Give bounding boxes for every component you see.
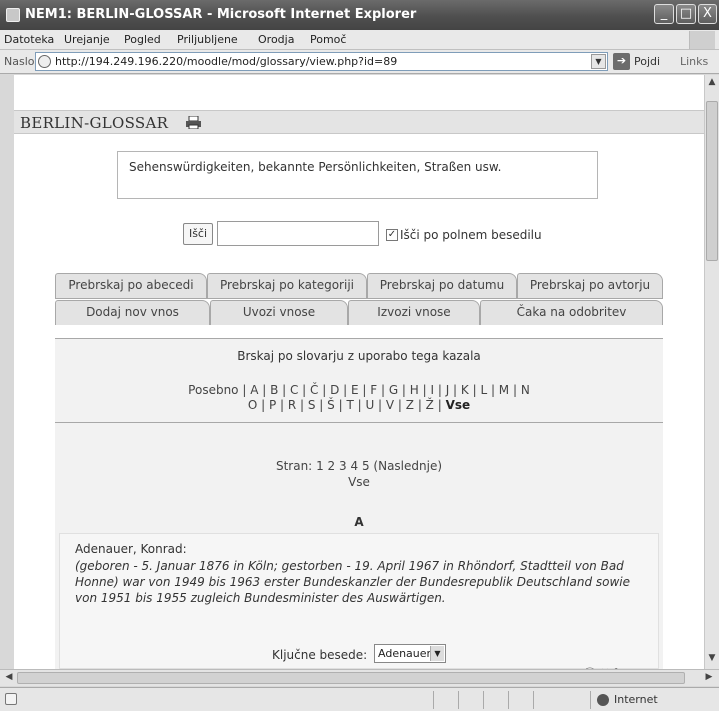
tab-browse-alphabet[interactable]: Prebrskaj po abecedi	[55, 273, 207, 298]
ie-app-icon	[6, 8, 20, 22]
status-divider	[458, 691, 459, 709]
pager-page-1[interactable]: 1	[316, 459, 324, 473]
panel-mid-divider	[55, 422, 663, 423]
vertical-scroll-thumb[interactable]	[706, 101, 718, 261]
menu-item-orodja[interactable]: Orodja	[258, 33, 294, 46]
links-button[interactable]: Links	[680, 55, 708, 68]
pager-page-4[interactable]: 4	[350, 459, 358, 473]
close-button[interactable]: X	[698, 4, 717, 24]
menu-item-urejanje[interactable]: Urejanje	[64, 33, 110, 46]
page-viewport: BERLIN-GLOSSAR Sehenswürdigkeiten, bekan…	[14, 75, 704, 669]
status-divider	[433, 691, 434, 709]
fulltext-checkbox[interactable]: ✓	[386, 229, 398, 241]
printer-icon[interactable]	[186, 116, 201, 129]
horizontal-scrollbar[interactable]: ◀ ▶	[0, 669, 719, 686]
menu-item-datoteka[interactable]: Datoteka	[4, 33, 54, 46]
tab-browse-date[interactable]: Prebrskaj po datumu	[367, 273, 517, 298]
page-icon	[38, 55, 51, 68]
glossary-intro: Sehenswürdigkeiten, bekannte Persönlichk…	[117, 151, 598, 199]
address-url[interactable]: http://194.249.196.220/moodle/mod/glossa…	[55, 55, 397, 68]
tab-add-entry[interactable]: Dodaj nov vnos	[55, 300, 210, 325]
horizontal-scroll-thumb[interactable]	[17, 672, 685, 684]
pager-page-3[interactable]: 3	[339, 459, 347, 473]
status-bar: Internet	[0, 687, 719, 711]
globe-icon	[597, 694, 609, 706]
vertical-scrollbar[interactable]: ▲ ▼	[704, 75, 719, 669]
scroll-down-icon[interactable]: ▼	[705, 653, 719, 663]
tab-browse-author[interactable]: Prebrskaj po avtorju	[517, 273, 663, 298]
tab-browse-category[interactable]: Prebrskaj po kategoriji	[207, 273, 367, 298]
browse-description: Brskaj po slovarju z uporabo tega kazala	[237, 349, 481, 363]
pager: Stran: 1 2 3 4 5 (Naslednje)	[55, 459, 663, 473]
menu-bar: Datoteka Urejanje Pogled Priljubljene Or…	[0, 30, 719, 50]
go-arrow-icon[interactable]: ➔	[613, 53, 630, 70]
keywords-label: Ključne besede:	[272, 648, 368, 662]
pager-page-2[interactable]: 2	[328, 459, 336, 473]
pager-page-5[interactable]: 5	[362, 459, 370, 473]
intro-text: Sehenswürdigkeiten, bekannte Persönlichk…	[129, 160, 502, 174]
tab-import-entries[interactable]: Uvozi vnose	[210, 300, 348, 325]
alphabet-index-row-2: O | P | R | S | Š | T | U | V | Z | Ž | …	[55, 398, 663, 412]
fulltext-label: Išči po polnem besedilu	[400, 228, 542, 242]
tab-row-divider	[55, 298, 663, 299]
search-button[interactable]: Išči	[183, 223, 213, 245]
minimize-button[interactable]: _	[654, 4, 674, 24]
chevron-down-icon[interactable]: ▼	[430, 646, 444, 661]
menu-item-priljubljene[interactable]: Priljubljene	[177, 33, 238, 46]
browse-panel: Brskaj po slovarju z uporabo tega kazala…	[55, 338, 663, 669]
scroll-right-icon[interactable]: ▶	[702, 672, 716, 682]
tab-export-entries[interactable]: Izvozi vnose	[348, 300, 480, 325]
letter-heading: A	[354, 515, 364, 529]
maximize-button[interactable]: □	[676, 4, 696, 24]
menu-item-pogled[interactable]: Pogled	[124, 33, 161, 46]
scroll-up-icon[interactable]: ▲	[705, 77, 719, 87]
pager-next-link[interactable]: (Naslednje)	[373, 459, 442, 473]
glossary-header: BERLIN-GLOSSAR	[14, 110, 704, 134]
status-divider	[590, 691, 591, 709]
status-zone: Internet	[614, 693, 658, 706]
keywords-selected-value: Adenauer	[378, 647, 432, 660]
address-field[interactable]: http://194.249.196.220/moodle/mod/glossa…	[35, 52, 608, 71]
page-title: BERLIN-GLOSSAR	[20, 114, 169, 132]
glossary-entry: Adenauer, Konrad: (geboren - 5. Januar 1…	[59, 533, 659, 669]
entry-term: Adenauer, Konrad:	[75, 542, 187, 556]
pager-label: Stran:	[275, 459, 313, 473]
title-bar: NEM1: BERLIN-GLOSSAR - Microsoft Interne…	[0, 0, 719, 30]
page-status-icon	[5, 693, 17, 705]
status-divider	[533, 691, 534, 709]
keywords-select[interactable]: Adenauer ▼	[374, 644, 446, 663]
status-divider	[508, 691, 509, 709]
search-input[interactable]	[217, 221, 379, 246]
tab-pending-approval[interactable]: Čaka na odobritev	[480, 300, 663, 325]
windows-flag-icon	[689, 31, 715, 49]
address-bar: Naslov http://194.249.196.220/moodle/mod…	[0, 50, 719, 74]
pager-all-link[interactable]: Vse	[55, 475, 663, 489]
alphabet-index-row-1[interactable]: Posebno | A | B | C | Č | D | E | F | G …	[55, 383, 663, 397]
window-title: NEM1: BERLIN-GLOSSAR - Microsoft Interne…	[25, 7, 417, 22]
go-button[interactable]: Pojdi	[634, 55, 660, 68]
address-dropdown-icon[interactable]: ▼	[591, 54, 606, 69]
scroll-left-icon[interactable]: ◀	[2, 672, 16, 682]
panel-top-divider	[55, 338, 663, 339]
alphabet-index-letters[interactable]: O | P | R | S | Š | T | U | V | Z | Ž |	[248, 398, 442, 412]
menu-item-pomoc[interactable]: Pomoč	[310, 33, 346, 46]
alphabet-all-link[interactable]: Vse	[446, 398, 471, 412]
entry-definition: (geboren - 5. Januar 1876 in Köln; gesto…	[75, 559, 630, 605]
status-divider	[483, 691, 484, 709]
